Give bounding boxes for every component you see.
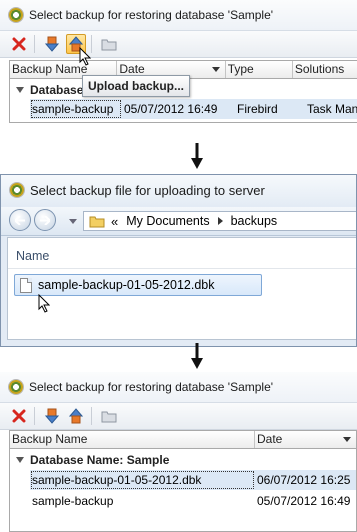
column-divider	[8, 268, 356, 269]
cell-date[interactable]: 05/07/2012 16:49	[122, 99, 235, 119]
toolbar	[0, 403, 357, 430]
download-backup-button[interactable]	[42, 34, 62, 54]
down-arrow-icon	[191, 143, 203, 169]
restore-panel-after: Select backup for restoring database 'Sa…	[0, 372, 357, 532]
file-name: sample-backup-01-05-2012.dbk	[38, 278, 215, 292]
column-name[interactable]: Name	[16, 249, 49, 263]
cell-backup-name[interactable]: sample-backup	[30, 99, 122, 119]
download-backup-icon	[45, 36, 59, 52]
app-icon	[9, 380, 23, 394]
toolbar-separator	[91, 407, 92, 425]
breadcrumb[interactable]: « My Documents backups	[83, 211, 356, 231]
folder-icon	[101, 38, 117, 51]
table-row[interactable]: sample-backup-01-05-2012.dbk 06/07/2012 …	[30, 470, 356, 490]
window-title: Select backup for restoring database 'Sa…	[29, 380, 274, 394]
column-label: Date	[257, 432, 283, 446]
sort-dropdown-icon[interactable]	[211, 67, 220, 72]
toolbar-separator	[34, 407, 35, 425]
delete-button[interactable]	[9, 34, 29, 54]
group-label: Database Name: Sample	[30, 453, 170, 467]
file-open-dialog: Select backup file for uploading to serv…	[0, 174, 357, 347]
column-label: Backup Name	[12, 432, 88, 446]
title-bar: Select backup for restoring database 'Sa…	[0, 0, 357, 31]
delete-icon	[12, 409, 26, 423]
toolbar-separator	[91, 35, 92, 53]
app-icon	[10, 183, 24, 197]
cell-date[interactable]: 05/07/2012 16:49	[255, 491, 356, 511]
sort-dropdown-icon[interactable]	[343, 437, 351, 442]
cell-backup-name[interactable]: sample-backup-01-05-2012.dbk	[30, 470, 255, 490]
mouse-cursor-icon	[79, 47, 91, 66]
cell-backup-name[interactable]: sample-backup	[30, 491, 255, 511]
recent-pages-dropdown-icon[interactable]	[69, 219, 77, 224]
table-row[interactable]: sample-backup 05/07/2012 16:49	[30, 491, 356, 511]
window-title: Select backup for restoring database 'Sa…	[29, 8, 274, 22]
column-type[interactable]: Type	[226, 61, 293, 78]
delete-button[interactable]	[9, 406, 29, 426]
down-arrow-icon	[191, 343, 203, 369]
address-bar: « My Documents backups	[1, 207, 356, 236]
back-arrow-icon	[15, 216, 25, 225]
collapse-group-icon[interactable]	[16, 456, 24, 464]
open-folder-button[interactable]	[99, 34, 119, 54]
mouse-cursor-icon	[38, 294, 50, 313]
column-label: Type	[227, 62, 254, 76]
grid-header: Backup Name Date	[9, 430, 357, 449]
open-folder-button[interactable]	[99, 406, 119, 426]
cell-solutions[interactable]: Task Mana	[305, 99, 357, 119]
upload-backup-button[interactable]	[66, 406, 86, 426]
folder-icon	[89, 215, 105, 228]
breadcrumb-item[interactable]: My Documents	[126, 214, 209, 228]
download-backup-icon	[45, 408, 59, 424]
column-label: Backup Name	[12, 62, 88, 76]
column-solutions[interactable]: Solutions	[293, 61, 357, 78]
restore-panel-before: Select backup for restoring database 'Sa…	[0, 0, 357, 140]
column-label: Solutions	[294, 62, 345, 76]
delete-icon	[12, 37, 26, 51]
folder-icon	[101, 410, 117, 423]
forward-button[interactable]	[34, 209, 56, 231]
download-backup-button[interactable]	[42, 406, 62, 426]
file-list: Name sample-backup-01-05-2012.dbk	[7, 237, 356, 340]
dialog-title: Select backup file for uploading to serv…	[30, 182, 265, 198]
breadcrumb-item[interactable]: backups	[231, 214, 278, 228]
upload-backup-icon	[69, 408, 83, 424]
backup-grid: Database Name: Sample sample-backup-01-0…	[9, 449, 357, 532]
toolbar-separator	[34, 35, 35, 53]
cell-date[interactable]: 06/07/2012 16:25	[255, 470, 356, 490]
column-label: Date	[119, 62, 145, 76]
table-row[interactable]: sample-backup 05/07/2012 16:49 Firebird …	[30, 99, 357, 119]
dialog-title-bar: Select backup file for uploading to serv…	[1, 175, 356, 205]
breadcrumb-separator-icon[interactable]	[217, 217, 223, 225]
column-backup-name[interactable]: Backup Name	[10, 431, 255, 448]
group-row[interactable]: Database Name: Sample	[10, 450, 356, 470]
title-bar: Select backup for restoring database 'Sa…	[0, 372, 357, 403]
back-button[interactable]	[9, 209, 31, 231]
forward-arrow-icon	[40, 216, 50, 225]
cell-type[interactable]: Firebird	[235, 99, 305, 119]
toolbar	[0, 31, 357, 58]
file-item[interactable]: sample-backup-01-05-2012.dbk	[14, 274, 262, 296]
breadcrumb-overflow[interactable]: «	[111, 214, 118, 229]
upload-tooltip: Upload backup...	[82, 75, 191, 97]
column-date[interactable]: Date	[255, 431, 356, 448]
collapse-group-icon[interactable]	[16, 86, 24, 94]
file-icon	[20, 277, 32, 293]
app-icon	[9, 8, 23, 22]
